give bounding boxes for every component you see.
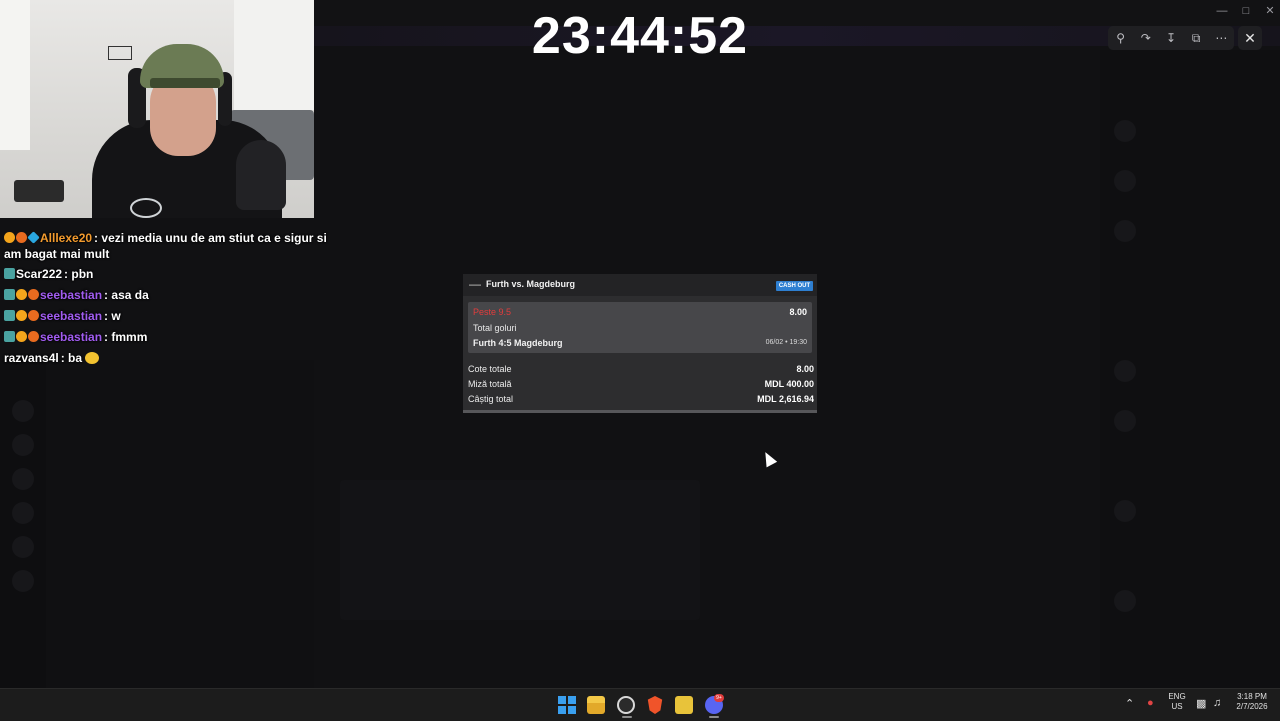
cash-out-button[interactable]: CASH OUT — [776, 281, 813, 291]
forward-icon[interactable]: ↷ — [1138, 30, 1154, 46]
background-titlebar — [314, 0, 1280, 26]
file-explorer-icon[interactable] — [587, 696, 605, 714]
badge-one-icon — [16, 289, 27, 300]
download-icon[interactable]: ↧ — [1163, 30, 1179, 46]
background-channel-list — [46, 360, 314, 688]
bet-slip-divider — [463, 410, 817, 413]
webcam-feed — [0, 0, 314, 218]
selection-event: Furth 4:5 Magdeburg — [473, 338, 563, 348]
bet-slip-title: Furth vs. Magdeburg — [486, 279, 576, 289]
active-indicator — [622, 716, 632, 718]
language-label: ENG — [1168, 692, 1186, 701]
badge-grid-icon — [4, 310, 15, 321]
network-icon[interactable]: ▩ — [1196, 697, 1206, 710]
language-indicator[interactable]: ENG US — [1166, 692, 1188, 712]
clock-time: 3:18 PM — [1237, 692, 1267, 701]
badge-cube-icon — [27, 231, 40, 244]
region-label: US — [1171, 702, 1183, 711]
discord-notification-badge: 9+ — [714, 694, 724, 702]
selection-market: Total goluri — [473, 323, 517, 333]
window-close-icon[interactable]: ✕ — [1260, 4, 1280, 18]
summary-total-stake: Miză totală MDL 400.00 — [468, 379, 814, 391]
selection-odds: 8.00 — [789, 307, 807, 317]
selection-pick: Peste 9.5 — [473, 307, 512, 317]
tray-overflow-icon[interactable]: ⌃ — [1125, 697, 1134, 710]
zoom-icon[interactable]: ⚲ — [1113, 30, 1129, 46]
collapse-icon[interactable]: — — [469, 277, 481, 291]
badge-one-icon — [16, 310, 27, 321]
chat-message: seebastian: fmmm — [4, 329, 329, 345]
chat-username: Alllexe20 — [40, 231, 93, 245]
stream-timer: 23:44:52 — [531, 7, 749, 65]
bet-selection: Peste 9.5 8.00 Total goluri Furth 4:5 Ma… — [468, 302, 812, 353]
thinking-emote-icon — [85, 352, 100, 364]
chat-text: pbn — [71, 267, 94, 281]
windows-start-icon[interactable] — [558, 696, 576, 714]
badge-flame-icon — [16, 232, 27, 243]
badge-flame-icon — [28, 289, 39, 300]
minimize-icon[interactable]: — — [1212, 4, 1232, 18]
chat-text: ba — [68, 351, 83, 365]
chat-text: fmmm — [111, 330, 148, 344]
image-viewer-toolbar: ⚲ ↷ ↧ ⧉ ⋯ — [1108, 26, 1234, 50]
summary-label: Câștig total — [468, 394, 514, 404]
badge-one-icon — [16, 331, 27, 342]
summary-total-odds: Cote totale 8.00 — [468, 364, 814, 376]
chat-text: asa da — [111, 288, 149, 302]
chat-username: seebastian — [40, 309, 103, 323]
badge-flame-icon — [28, 331, 39, 342]
bet-slip-header: — Furth vs. Magdeburg CASH OUT — [463, 274, 817, 296]
clock[interactable]: 3:18 PM 2/7/2026 — [1228, 692, 1276, 712]
chat-message: seebastian: w — [4, 308, 329, 324]
badge-grid-icon — [4, 268, 15, 279]
summary-label: Cote totale — [468, 364, 512, 374]
chat-message: seebastian: asa da — [4, 287, 329, 303]
volume-icon[interactable]: ♫ — [1213, 697, 1221, 709]
chat-username: seebastian — [40, 288, 103, 302]
background-server-rail — [0, 360, 46, 688]
chat-message: razvans4l: ba — [4, 350, 329, 366]
open-external-icon[interactable]: ⧉ — [1188, 30, 1204, 46]
bet-slip: — Furth vs. Magdeburg CASH OUT Peste 9.5… — [463, 274, 817, 413]
chat-username: razvans4l — [4, 351, 59, 365]
chat-message: Scar222: pbn — [4, 266, 329, 282]
badge-flame-icon — [28, 310, 39, 321]
kick-icon[interactable] — [675, 696, 693, 714]
summary-value: MDL 2,616.94 — [757, 394, 814, 404]
background-member-list — [1100, 50, 1280, 688]
selection-datetime: 06/02 • 19:30 — [765, 339, 807, 346]
taskbar — [0, 688, 1280, 721]
badge-one-icon — [4, 232, 15, 243]
chat-message: Alllexe20: vezi media unu de am stiut ca… — [4, 231, 327, 261]
badge-grid-icon — [4, 331, 15, 342]
close-icon[interactable]: ✕ — [1238, 26, 1262, 50]
summary-value: MDL 400.00 — [764, 379, 814, 389]
more-icon[interactable]: ⋯ — [1213, 30, 1229, 46]
summary-total-winnings: Câștig total MDL 2,616.94 — [468, 394, 814, 406]
microphone-icon[interactable]: ● — [1147, 697, 1154, 709]
badge-grid-icon — [4, 289, 15, 300]
active-indicator — [709, 716, 719, 718]
maximize-icon[interactable]: □ — [1236, 4, 1256, 18]
clock-date: 2/7/2026 — [1236, 702, 1268, 711]
summary-value: 8.00 — [796, 364, 814, 374]
summary-label: Miză totală — [468, 379, 512, 389]
chat-username: Scar222 — [16, 267, 63, 281]
chrome-icon[interactable] — [617, 696, 635, 714]
background-ghost-card — [340, 480, 700, 620]
chat-username: seebastian — [40, 330, 103, 344]
chat-text: w — [111, 309, 121, 323]
